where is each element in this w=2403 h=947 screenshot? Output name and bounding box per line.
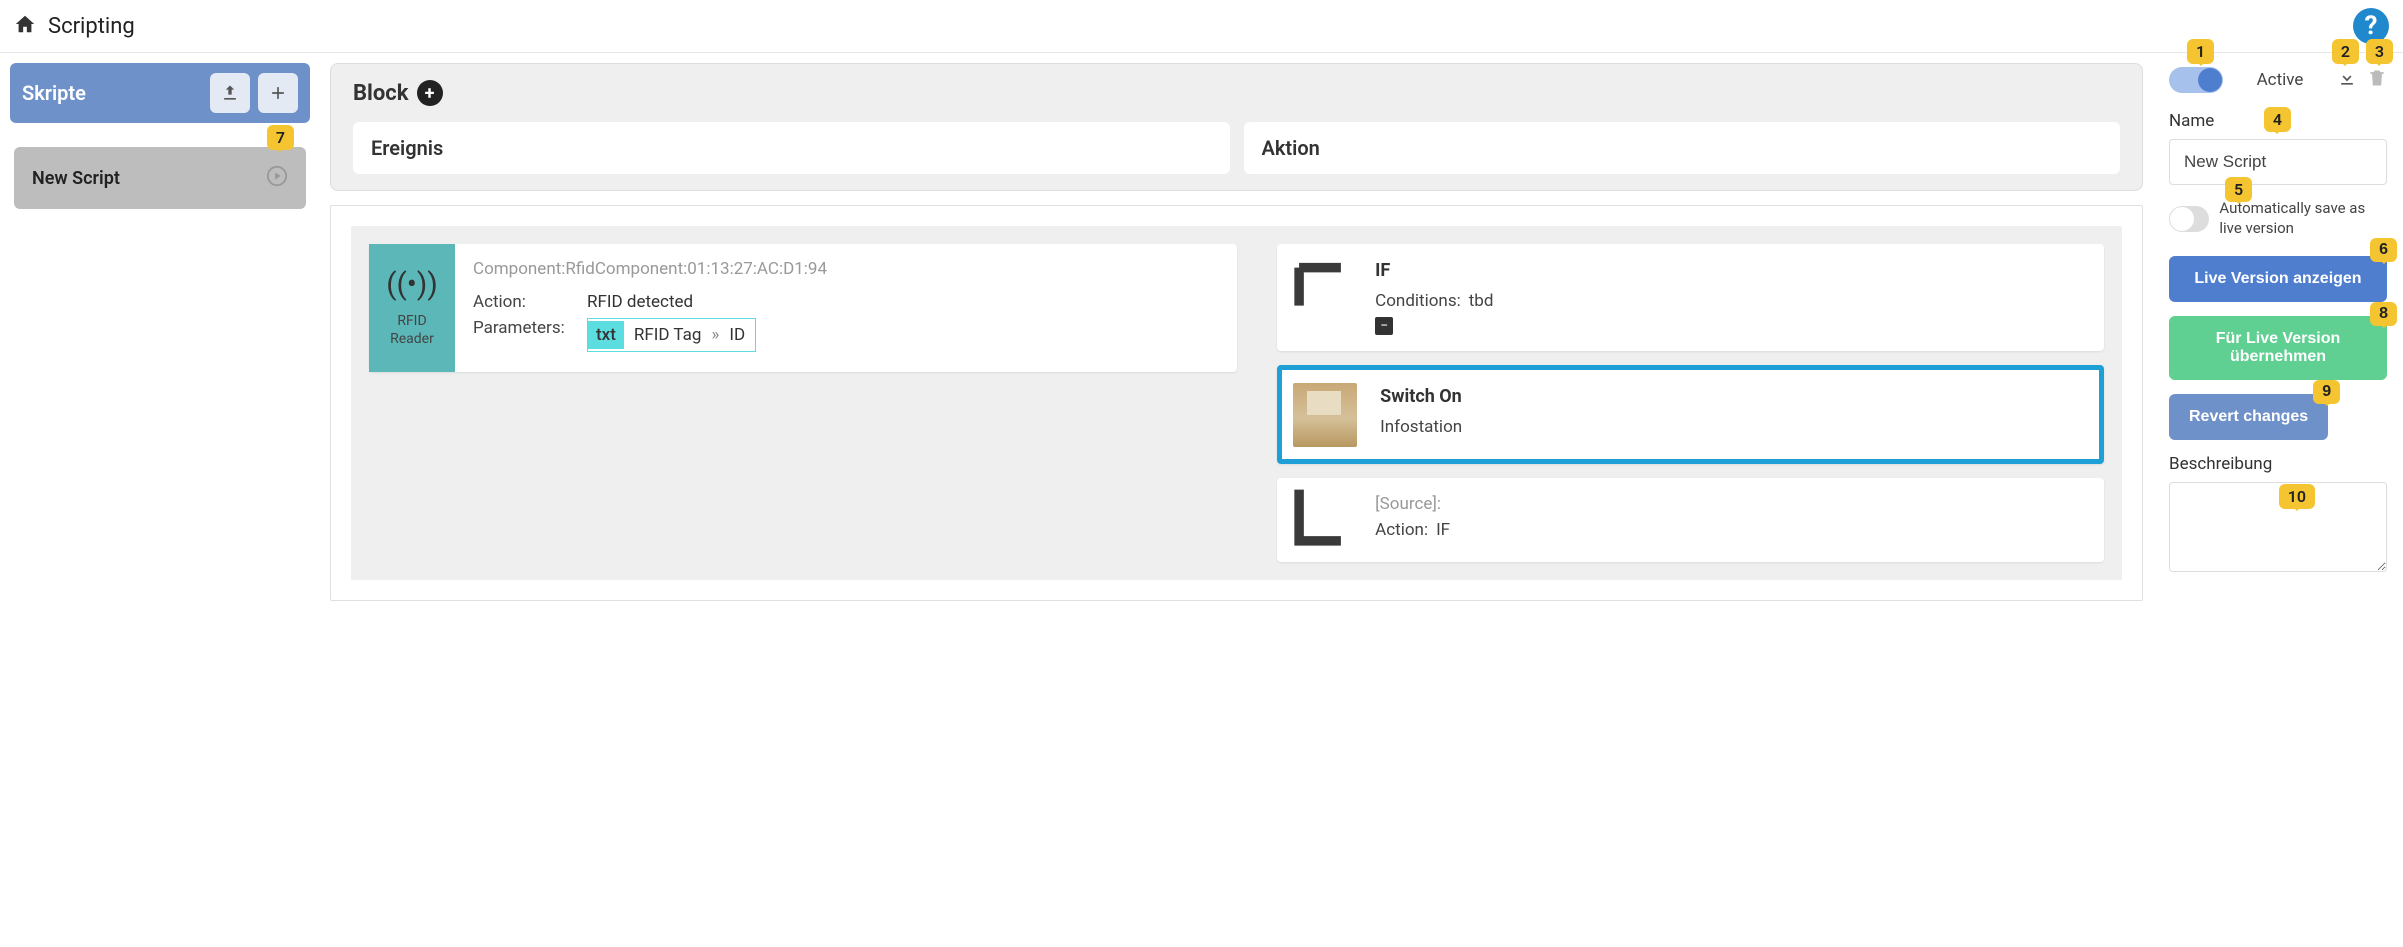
event-card-icon-area: ((•)) RFID Reader (369, 244, 455, 372)
sidebar: Skripte New Script 7 (10, 63, 310, 601)
thumbnail-image (1293, 383, 1357, 447)
chevron-icon: » (711, 325, 719, 345)
name-input[interactable] (2169, 139, 2387, 185)
param-text: RFID Tag (634, 325, 702, 345)
rfid-icon: ((•)) (386, 267, 438, 302)
switch-title: Switch On (1380, 386, 2087, 407)
event-column-header: Ereignis (353, 122, 1230, 174)
callout-5: 5 (2225, 177, 2252, 202)
topbar-left: Scripting (14, 13, 135, 39)
script-item[interactable]: New Script 7 (14, 147, 306, 209)
event-icon-label: RFID Reader (375, 312, 449, 348)
if-title: IF (1375, 260, 2092, 281)
callout-7: 7 (267, 125, 294, 150)
show-live-button[interactable]: Live Version anzeigen 6 (2169, 256, 2387, 302)
center-area: Block + Ereignis Aktion ((•)) RFID Reade… (330, 63, 2143, 601)
home-icon[interactable] (14, 13, 36, 39)
event-column: ((•)) RFID Reader Component:RfidComponen… (369, 244, 1237, 562)
topbar: Scripting ? (0, 0, 2403, 53)
conditions-value: tbd (1469, 291, 1494, 311)
sidebar-title: Skripte (22, 81, 86, 105)
switch-body: Switch On Infostation (1368, 370, 2099, 459)
main-layout: Skripte New Script 7 Blo (0, 53, 2403, 611)
remove-condition-icon[interactable]: − (1375, 317, 1393, 335)
show-live-label: Live Version anzeigen (2194, 270, 2361, 287)
callout-10: 10 (2279, 484, 2315, 509)
params-label: Parameters: (473, 318, 573, 352)
upload-button[interactable] (210, 73, 250, 113)
add-button[interactable] (258, 73, 298, 113)
if-card[interactable]: IF Conditions: tbd − (1277, 244, 2104, 351)
param-id: ID (729, 325, 745, 345)
callout-4: 4 (2264, 107, 2291, 132)
event-card-body: Component:RfidComponent:01:13:27:AC:D1:9… (455, 244, 1237, 372)
block-title: Block (353, 81, 409, 106)
conditions-label: Conditions: (1375, 291, 1461, 311)
switch-on-card[interactable]: Switch On Infostation (1277, 365, 2104, 464)
param-box[interactable]: txt RFID Tag » ID (587, 318, 756, 352)
callout-8: 8 (2370, 302, 2397, 326)
source-label: [Source]: (1375, 494, 1441, 514)
action-value: RFID detected (587, 292, 693, 312)
canvas-inner: ((•)) RFID Reader Component:RfidComponen… (351, 226, 2122, 580)
param-tag: txt (588, 321, 624, 349)
switch-target: Infostation (1380, 417, 1462, 437)
callout-3: 3 (2366, 39, 2393, 64)
switch-thumb (1282, 370, 1368, 459)
column-headers: Ereignis Aktion (353, 122, 2120, 174)
source-card[interactable]: [Source]: Action: IF (1277, 478, 2104, 562)
play-icon (266, 165, 288, 191)
active-label: Active (2257, 70, 2304, 90)
callout-6: 6 (2370, 238, 2397, 262)
source-action-value: IF (1436, 520, 1450, 540)
source-body: [Source]: Action: IF (1363, 478, 2104, 562)
source-bracket-icon (1277, 478, 1363, 562)
sidebar-header: Skripte (10, 63, 310, 123)
callout-9: 9 (2313, 380, 2340, 404)
revert-button[interactable]: Revert changes 9 (2169, 394, 2328, 440)
description-label: Beschreibung (2169, 454, 2387, 474)
sidebar-buttons (210, 73, 298, 113)
name-section: Name 4 (2169, 111, 2387, 185)
autosave-label: Automatically save as live version (2219, 199, 2387, 238)
callout-2: 2 (2332, 39, 2359, 64)
revert-label: Revert changes (2189, 408, 2308, 425)
if-bracket-icon (1277, 244, 1363, 351)
event-card[interactable]: ((•)) RFID Reader Component:RfidComponen… (369, 244, 1237, 372)
autosave-row: Automatically save as live version 5 (2169, 199, 2387, 238)
autosave-toggle[interactable] (2169, 206, 2209, 232)
download-icon[interactable] (2337, 68, 2357, 92)
active-row: 1 2 3 Active (2169, 67, 2387, 93)
right-panel: 1 2 3 Active Name 4 Automatically save a… (2163, 63, 2393, 601)
adopt-live-label: Für Live Version übernehmen (2216, 330, 2340, 365)
if-card-body: IF Conditions: tbd − (1363, 244, 2104, 351)
component-label: Component:RfidComponent:01:13:27:AC:D1:9… (473, 258, 1219, 282)
block-header-box: Block + Ereignis Aktion (330, 63, 2143, 191)
action-label: Action: (473, 292, 573, 312)
panel-action-icons (2337, 68, 2387, 92)
canvas: ((•)) RFID Reader Component:RfidComponen… (330, 205, 2143, 601)
action-column: IF Conditions: tbd − (1277, 244, 2104, 562)
breadcrumb-title: Scripting (48, 14, 135, 39)
script-list: New Script 7 (10, 147, 310, 209)
trash-icon[interactable] (2367, 68, 2387, 92)
action-column-header: Aktion (1244, 122, 2121, 174)
script-item-label: New Script (32, 168, 120, 189)
add-block-icon[interactable]: + (417, 80, 443, 106)
callout-1: 1 (2187, 39, 2214, 64)
description-section: Beschreibung 10 (2169, 454, 2387, 576)
source-action-label: Action: (1375, 520, 1428, 540)
block-head: Block + (353, 80, 2120, 106)
adopt-live-button[interactable]: Für Live Version übernehmen 8 (2169, 316, 2387, 380)
